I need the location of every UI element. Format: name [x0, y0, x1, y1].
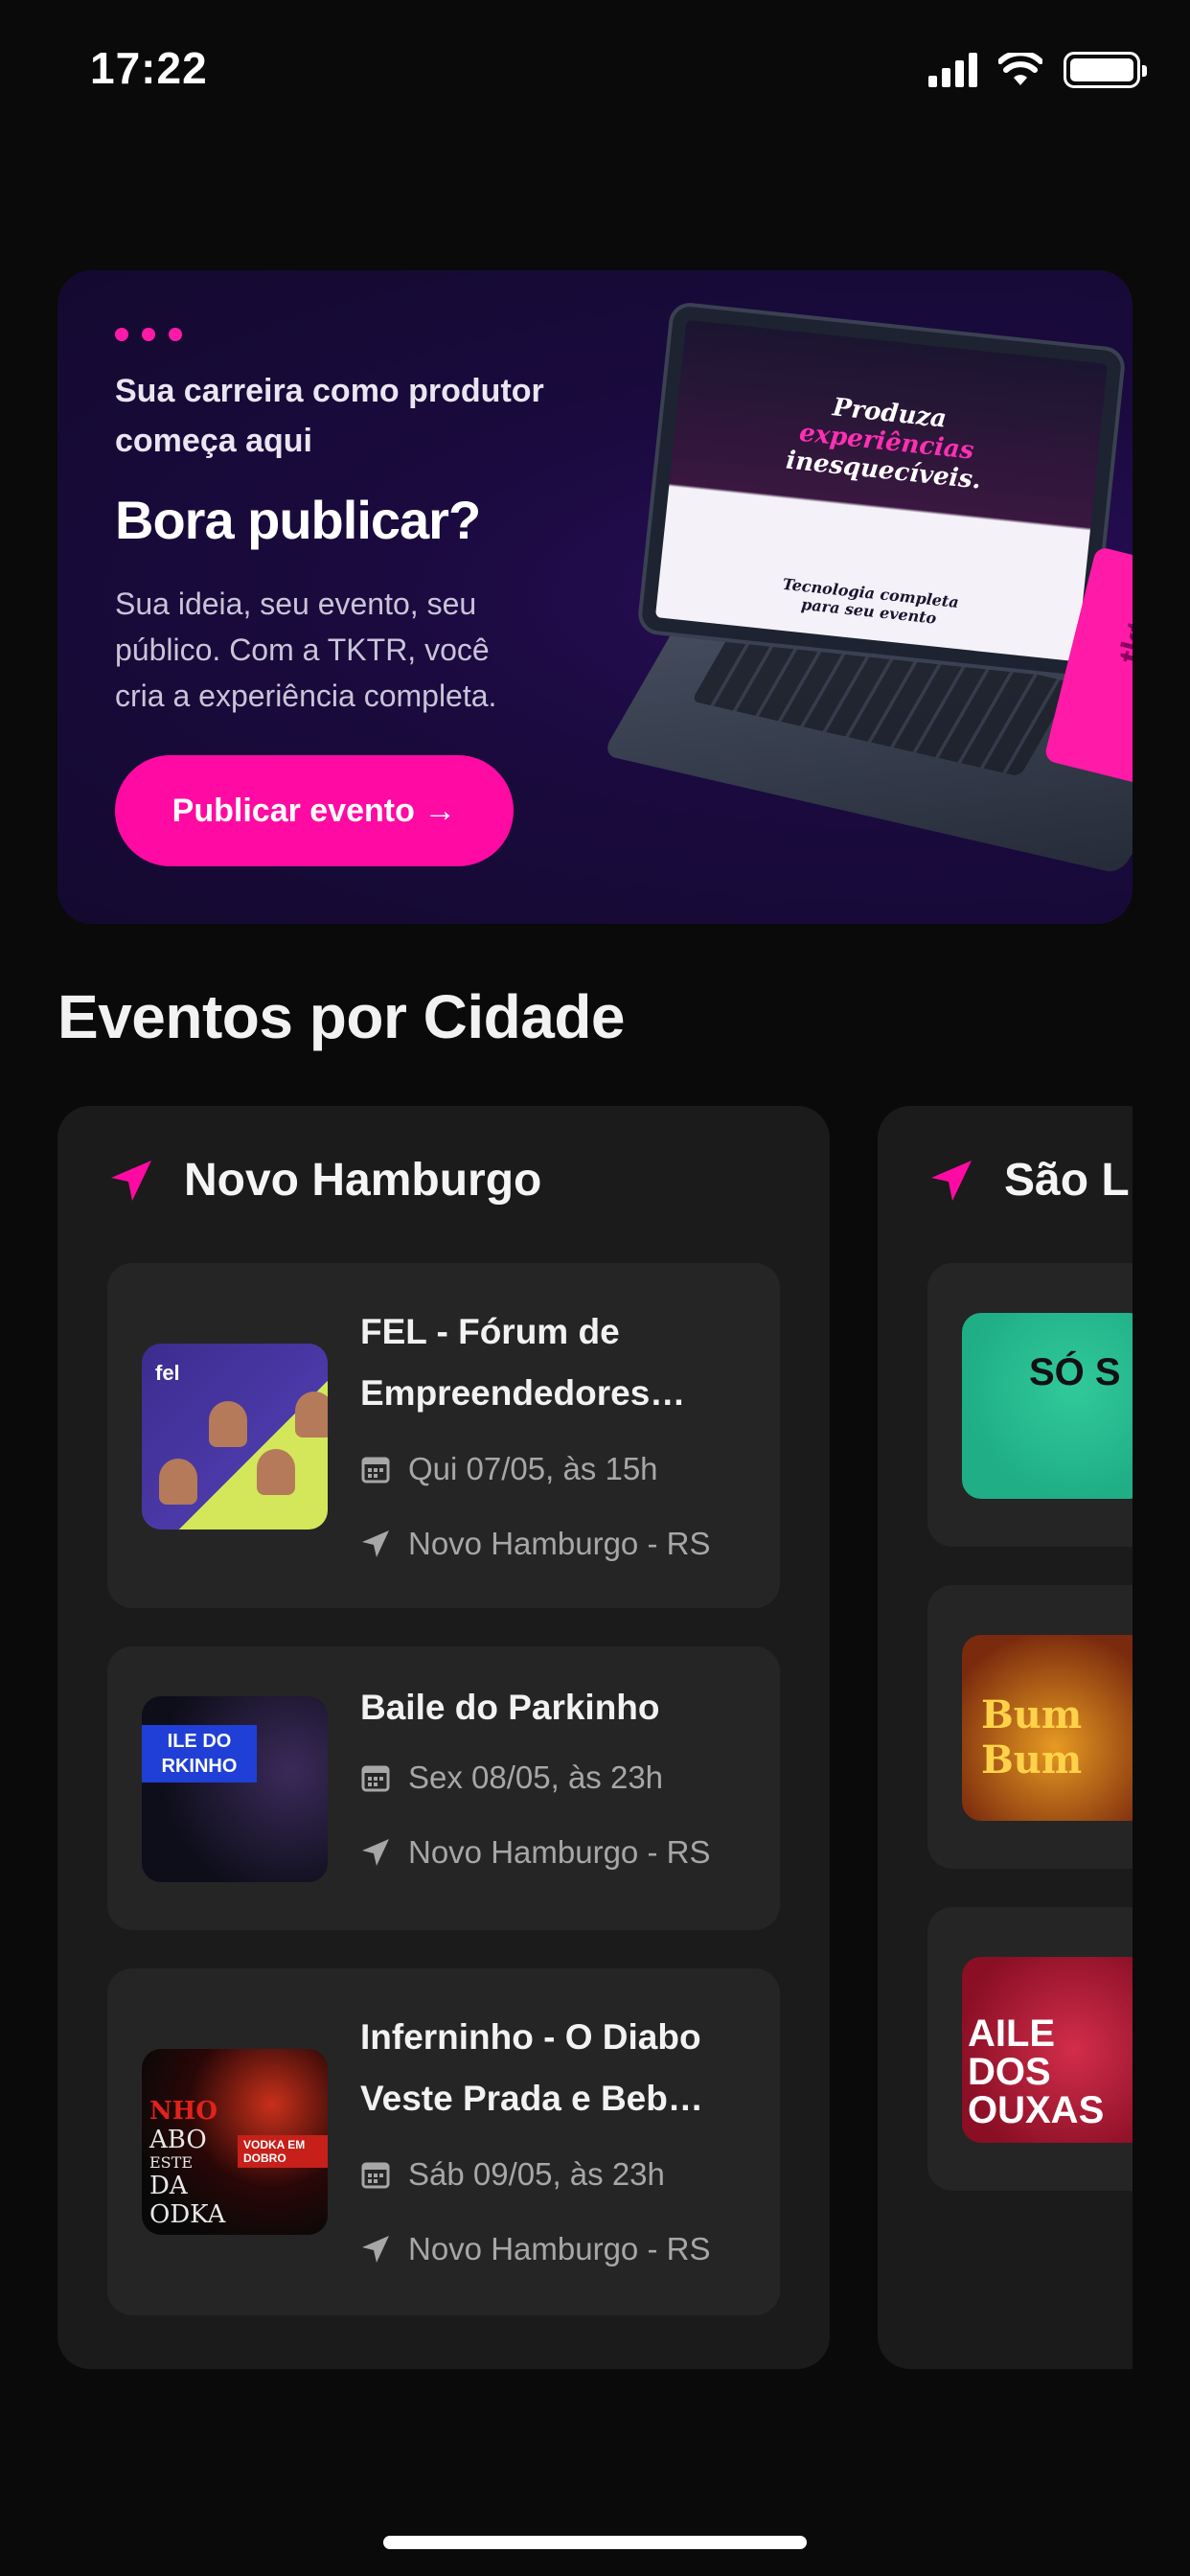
- location-arrow-icon: [931, 1160, 972, 1201]
- home-indicator[interactable]: [383, 2536, 807, 2549]
- thumb-text: ILE DO RKINHO: [142, 1725, 257, 1782]
- event-title: FEL - Fórum de Empreendedores…: [360, 1312, 686, 1413]
- city-card-sao-l[interactable]: São L SÓ S Bum Bum AILE DOS OUXAS: [878, 1106, 1133, 2369]
- location-arrow-icon: [362, 1530, 389, 1557]
- thumb-text: fel: [155, 1361, 180, 1385]
- promo-kicker: Sua carreira como produtor começa aqui: [115, 373, 544, 459]
- event-title: Inferninho - O Diabo Veste Prada e Beb…: [360, 2017, 703, 2118]
- event-thumbnail: fel: [142, 1344, 328, 1530]
- event-item[interactable]: SÓ S: [927, 1263, 1133, 1547]
- event-location-row: Novo Hamburgo - RS: [360, 1821, 753, 1884]
- thumb-text: Bum Bum: [981, 1692, 1083, 1782]
- thumb-text: NHO ABO ESTE DA ODKA: [149, 2097, 226, 2229]
- event-date-row: Sáb 09/05, às 23h: [360, 2143, 753, 2206]
- event-date: Sex 08/05, às 23h: [408, 1760, 664, 1795]
- thumb-text: SÓ S: [1029, 1351, 1121, 1393]
- ticket-logo: tktr: [1110, 604, 1133, 668]
- promo-description: Sua ideia, seu evento, seu público. Com …: [115, 586, 497, 713]
- event-thumbnail: NHO ABO ESTE DA ODKA VODKA EM DOBRO: [142, 2049, 328, 2235]
- promo-banner[interactable]: Sua carreira como produtor começa aqui B…: [57, 270, 1133, 924]
- status-bar: 17:22: [0, 0, 1190, 144]
- calendar-icon: [361, 2162, 390, 2189]
- thumb-badge: VODKA EM DOBRO: [238, 2135, 328, 2168]
- city-name: Novo Hamburgo: [184, 1155, 542, 1206]
- event-item[interactable]: Bum Bum: [927, 1585, 1133, 1869]
- event-location: Novo Hamburgo - RS: [408, 1526, 711, 1561]
- city-header: Novo Hamburgo: [107, 1154, 541, 1207]
- location-arrow-icon: [111, 1160, 151, 1201]
- laptop-illustration: Produza experiências inesquecíveis. Tecn…: [601, 305, 1133, 875]
- section-title: Eventos por Cidade: [57, 982, 626, 1051]
- calendar-icon: [361, 1457, 390, 1484]
- event-location: Novo Hamburgo - RS: [408, 1834, 711, 1870]
- city-header: São L: [927, 1154, 1130, 1207]
- promo-title: Bora publicar?: [115, 490, 481, 550]
- thumb-text: AILE DOS OUXAS: [968, 2012, 1105, 2131]
- publish-event-button[interactable]: Publicar evento →: [115, 755, 514, 866]
- event-thumbnail: AILE DOS OUXAS: [962, 1957, 1133, 2143]
- event-thumbnail: ILE DO RKINHO: [142, 1696, 328, 1882]
- event-location-row: Novo Hamburgo - RS: [360, 1512, 753, 1576]
- laptop-screen: Produza experiências inesquecíveis. Tecn…: [640, 305, 1123, 677]
- event-date: Sáb 09/05, às 23h: [408, 2156, 665, 2192]
- event-item[interactable]: ILE DO RKINHO Baile do Parkinho Sex 08/0…: [107, 1646, 780, 1930]
- event-item[interactable]: fel FEL - Fórum de Empreendedores… Qui 0…: [107, 1263, 780, 1608]
- event-item[interactable]: AILE DOS OUXAS: [927, 1907, 1133, 2191]
- location-arrow-icon: [362, 2236, 389, 2263]
- event-thumbnail: Bum Bum: [962, 1635, 1133, 1821]
- event-location: Novo Hamburgo - RS: [408, 2231, 711, 2266]
- event-title: Baile do Parkinho: [360, 1688, 660, 1727]
- event-location-row: Novo Hamburgo - RS: [360, 2218, 753, 2281]
- calendar-icon: [361, 1765, 390, 1792]
- status-time: 17:22: [90, 43, 208, 93]
- event-date: Qui 07/05, às 15h: [408, 1451, 658, 1486]
- event-date-row: Sex 08/05, às 23h: [360, 1746, 753, 1809]
- city-name: São L: [1004, 1155, 1130, 1206]
- city-card-novo-hamburgo[interactable]: Novo Hamburgo fel FEL - Fórum de Empreen…: [57, 1106, 830, 2369]
- status-icons: [928, 52, 1147, 88]
- event-date-row: Qui 07/05, às 15h: [360, 1438, 753, 1501]
- cellular-signal-icon: [928, 53, 977, 87]
- wifi-icon: [998, 53, 1042, 85]
- event-item[interactable]: NHO ABO ESTE DA ODKA VODKA EM DOBRO Infe…: [107, 1968, 780, 2315]
- battery-icon: [1064, 52, 1147, 88]
- promo-dots-icon: [115, 328, 182, 341]
- event-thumbnail: SÓ S: [962, 1313, 1133, 1499]
- city-carousel[interactable]: Novo Hamburgo fel FEL - Fórum de Empreen…: [57, 1106, 1133, 2371]
- location-arrow-icon: [362, 1839, 389, 1866]
